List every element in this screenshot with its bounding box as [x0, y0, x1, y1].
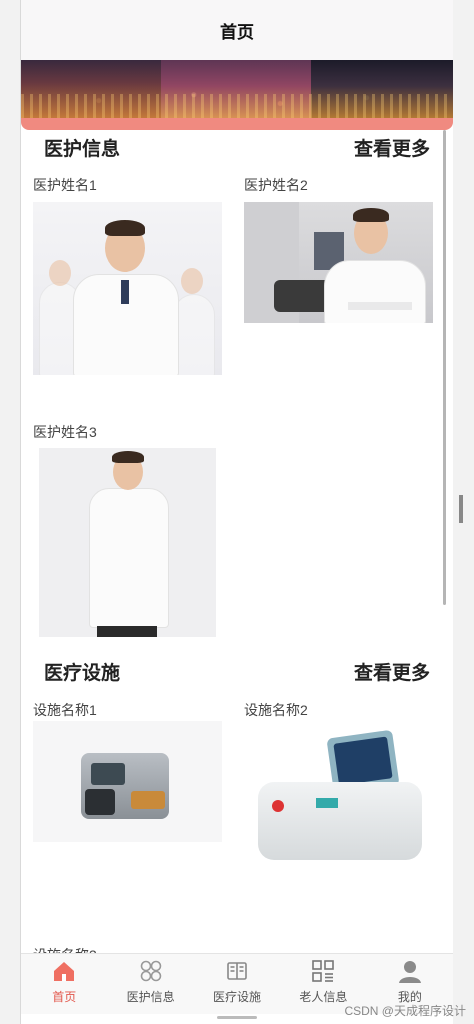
facility-more-link[interactable]: 查看更多: [354, 658, 430, 685]
banner-carousel[interactable]: [21, 60, 453, 118]
nurse-more-link[interactable]: 查看更多: [354, 134, 430, 161]
nurse-name-1[interactable]: 医护姓名1: [33, 175, 97, 195]
facility-name-2[interactable]: 设施名称2: [244, 700, 308, 720]
navbar: 首页: [21, 0, 453, 60]
facility-section-title: 医疗设施: [44, 663, 121, 684]
nurse-section-title: 医护信息: [44, 139, 121, 160]
tab-facilities[interactable]: 医疗设施: [194, 954, 280, 1014]
facility-name-1[interactable]: 设施名称1: [33, 700, 97, 720]
home-indicator: [217, 1016, 257, 1019]
phone-screen: 首页 医护信息 查看更多 医护姓名1 医护姓名2 医护姓名3 医疗设施 查看更多…: [21, 0, 453, 1024]
tab-nurse-info[interactable]: 医护信息: [107, 954, 193, 1014]
nurse-photo-2[interactable]: [244, 202, 433, 323]
tab-home-label: 首页: [52, 990, 77, 1004]
right-frame: [452, 0, 474, 1024]
tab-facilities-label: 医疗设施: [213, 990, 262, 1004]
page-title: 首页: [220, 22, 254, 42]
nurse-photo-3[interactable]: [39, 448, 216, 637]
list-grid-icon: [310, 958, 336, 984]
watermark: CSDN @天成程序设计: [344, 1004, 466, 1018]
tab-home[interactable]: 首页: [21, 954, 107, 1014]
book-icon: [224, 958, 250, 984]
nurse-photo-1[interactable]: [33, 202, 222, 375]
facility-photo-2[interactable]: [244, 728, 433, 876]
nurse-name-2[interactable]: 医护姓名2: [244, 175, 308, 195]
city-lights: [21, 94, 453, 118]
person-icon: [397, 958, 423, 984]
nurse-section-header: 医护信息 查看更多: [21, 130, 453, 162]
banner-strip: [21, 118, 453, 130]
grid-flower-icon: [138, 958, 164, 984]
facility-photo-1[interactable]: [33, 721, 222, 842]
home-icon: [51, 958, 77, 984]
left-frame: [0, 0, 21, 1024]
tab-nurse-info-label: 医护信息: [126, 990, 175, 1004]
scrollbar[interactable]: [443, 130, 446, 605]
facility-section-header: 医疗设施 查看更多: [21, 654, 453, 686]
nurse-name-3[interactable]: 医护姓名3: [33, 422, 97, 442]
resize-handle[interactable]: [459, 495, 463, 523]
tab-elder-info-label: 老人信息: [299, 990, 348, 1004]
